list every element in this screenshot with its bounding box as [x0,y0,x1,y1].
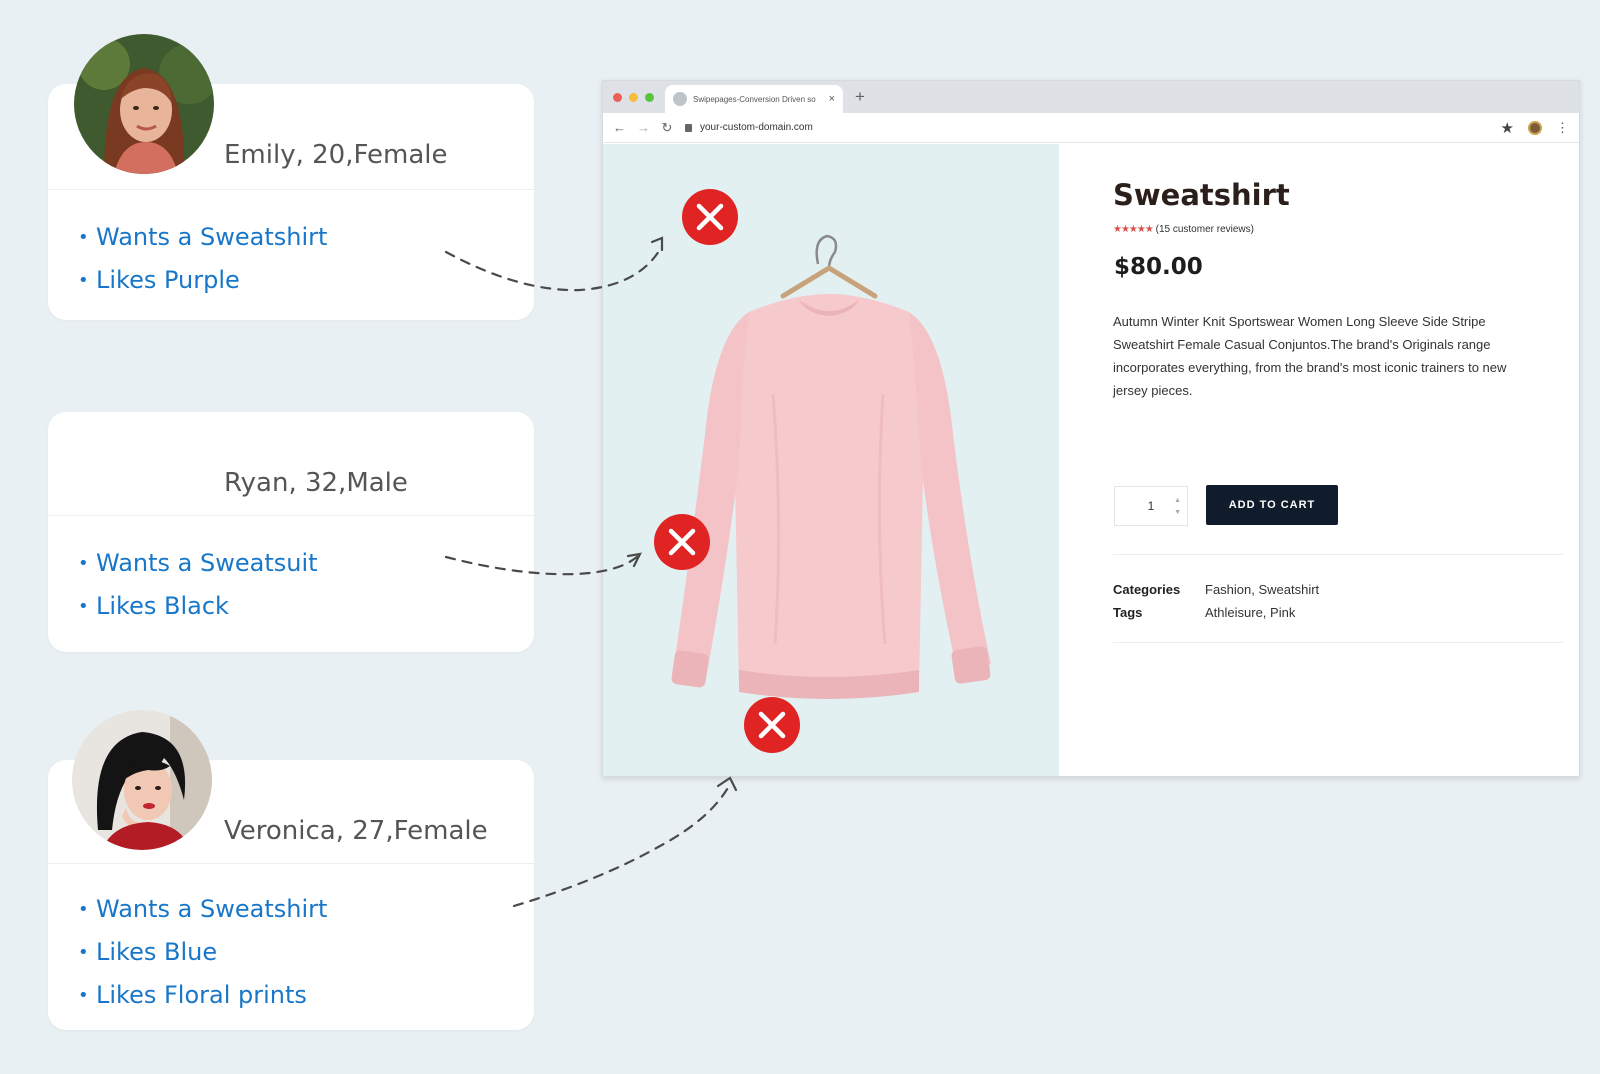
connector-arrow-emily [444,244,664,292]
connector-arrow-ryan [444,554,640,576]
connector-arrows [444,236,738,908]
connector-arrow-veronica [512,782,732,908]
arrowhead-icon [650,236,664,252]
